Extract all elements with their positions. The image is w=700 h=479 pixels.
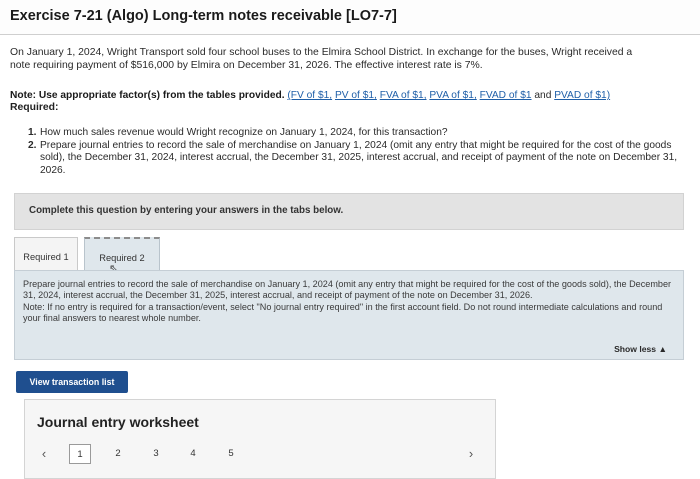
page-4-button[interactable]: 4 [182, 444, 204, 464]
tab-content-panel: Prepare journal entries to record the sa… [14, 270, 684, 360]
problem-line-2: note requiring payment of $516,000 by El… [10, 60, 483, 71]
problem-statement: On January 1, 2024, Wright Transport sol… [10, 46, 694, 72]
worksheet-pager: ‹ 1 2 3 4 5 › [25, 442, 497, 466]
panel-note-text: Note: If no entry is required for a tran… [23, 301, 663, 323]
factor-note-label: Note: Use appropriate factor(s) from the… [10, 90, 285, 101]
panel-instructions: Prepare journal entries to record the sa… [23, 279, 675, 324]
fva-of-1-link[interactable]: FVA of $1, [380, 90, 427, 101]
page-1-button[interactable]: 1 [69, 444, 91, 464]
requirement-number: 1. [28, 127, 37, 138]
chevron-right-icon[interactable]: › [460, 444, 482, 464]
page-2-button[interactable]: 2 [107, 444, 129, 464]
pvad-of-1-link[interactable]: PVAD of $1) [554, 90, 610, 101]
banner-text: Complete this question by entering your … [29, 205, 344, 216]
problem-line-1: On January 1, 2024, Wright Transport sol… [10, 47, 633, 58]
worksheet-title: Journal entry worksheet [37, 414, 199, 430]
requirement-2: 2. Prepare journal entries to record the… [28, 140, 692, 178]
requirement-1: 1. How much sales revenue would Wright r… [28, 127, 692, 140]
pv-of-1-link[interactable]: PV of $1, [335, 90, 377, 101]
tab-required-1[interactable]: Required 1 [14, 237, 78, 271]
panel-instruction-text: Prepare journal entries to record the sa… [23, 279, 672, 301]
requirements-list: 1. How much sales revenue would Wright r… [28, 127, 692, 177]
title-bar: Exercise 7-21 (Algo) Long-term notes rec… [0, 0, 700, 35]
required-heading: Required: [10, 102, 59, 113]
and-text: and [534, 90, 552, 101]
page-title: Exercise 7-21 (Algo) Long-term notes rec… [10, 8, 397, 24]
fvad-of-1-link[interactable]: FVAD of $1 [480, 90, 532, 101]
view-transaction-list-button[interactable]: View transaction list [16, 371, 128, 393]
pva-of-1-link[interactable]: PVA of $1, [429, 90, 476, 101]
requirement-number: 2. [28, 139, 37, 151]
factor-note: Note: Use appropriate factor(s) from the… [10, 89, 694, 102]
chevron-left-icon[interactable]: ‹ [33, 444, 55, 464]
instructions-banner: Complete this question by entering your … [14, 193, 684, 230]
show-less-toggle[interactable]: Show less ▲ [614, 344, 667, 354]
page-3-button[interactable]: 3 [145, 444, 167, 464]
tab-bar: Required 1 Required 2 ⇖ [14, 237, 684, 275]
requirement-text: Prepare journal entries to record the sa… [40, 139, 678, 176]
fv-of-1-link[interactable]: (FV of $1, [287, 90, 332, 101]
tab-required-2[interactable]: Required 2 [84, 237, 160, 271]
requirement-text: How much sales revenue would Wright reco… [40, 127, 448, 138]
journal-entry-worksheet: Journal entry worksheet ‹ 1 2 3 4 5 › [24, 399, 496, 479]
page-5-button[interactable]: 5 [220, 444, 242, 464]
